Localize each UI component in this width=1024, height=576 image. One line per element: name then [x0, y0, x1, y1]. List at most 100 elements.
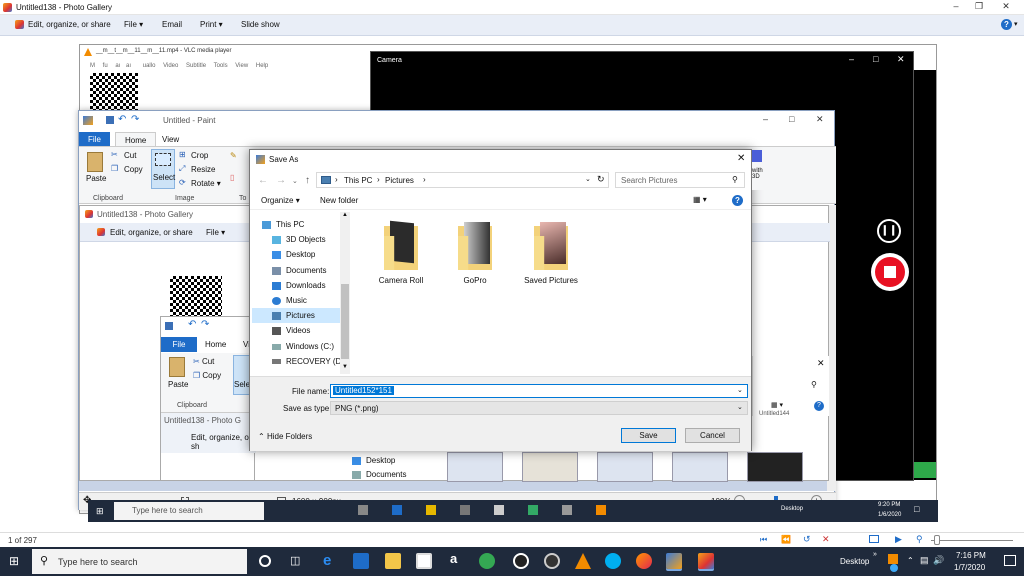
- minimize-icon[interactable]: –: [948, 1, 964, 11]
- zoom-slider-knob[interactable]: [934, 535, 940, 545]
- vlc-menu-subtitle[interactable]: Subtitle: [186, 63, 206, 69]
- paint-taskbar-icon[interactable]: [666, 553, 682, 569]
- store-icon[interactable]: [353, 553, 369, 569]
- close-icon[interactable]: ✕: [998, 1, 1014, 12]
- select-button[interactable]: Select: [153, 173, 175, 182]
- file-explorer-icon[interactable]: [385, 553, 401, 569]
- tray-icon[interactable]: [890, 564, 898, 572]
- view-options-icon[interactable]: ▦ ▾: [693, 195, 707, 204]
- nav-scroll-thumb[interactable]: [341, 284, 349, 359]
- notification-badge-icon[interactable]: [888, 554, 898, 564]
- thumbnail[interactable]: [522, 452, 578, 482]
- nav-pictures[interactable]: Pictures: [272, 311, 315, 320]
- slideshow-icon[interactable]: ▶: [895, 534, 902, 545]
- breadcrumb-this-pc[interactable]: This PC: [344, 176, 372, 185]
- dialog-close-icon[interactable]: ✕: [737, 153, 745, 164]
- inner-view-dropdown[interactable]: ▦ ▾: [771, 401, 783, 409]
- nav-videos[interactable]: Videos: [272, 326, 310, 335]
- inner-menu-edit[interactable]: Edit, organize, or share: [110, 228, 193, 237]
- inner-desktop-item[interactable]: Desktop: [352, 456, 395, 465]
- menu-file[interactable]: File ▾: [124, 20, 143, 29]
- save-icon[interactable]: [106, 116, 114, 124]
- menu-edit-organize[interactable]: Edit, organize, or share: [28, 20, 111, 29]
- inner-paint-window[interactable]: ↶ ↷ File Home Vi Paste ✂ Cut ❐ Copy Sele…: [160, 316, 256, 481]
- tray-up-icon[interactable]: ⌃: [907, 556, 914, 565]
- vlc-menu-video[interactable]: Video: [163, 63, 178, 69]
- vlc-menu-item[interactable]: M: [90, 63, 95, 69]
- maximize-icon[interactable]: ❐: [971, 1, 987, 12]
- vlc-menu-item[interactable]: uallo: [143, 63, 156, 69]
- amazon-icon[interactable]: a: [450, 551, 457, 566]
- new-folder-button[interactable]: New folder: [320, 196, 358, 205]
- inner-search-icon[interactable]: ⚲: [811, 380, 817, 389]
- save-type-dropdown-icon[interactable]: ⌄: [737, 403, 743, 411]
- eraser-icon[interactable]: ▯: [230, 173, 234, 182]
- refresh-icon[interactable]: ↻: [597, 174, 605, 185]
- nav-documents[interactable]: Documents: [272, 266, 326, 275]
- forward-icon[interactable]: →: [276, 175, 286, 186]
- start-icon[interactable]: ⊞: [9, 555, 22, 568]
- inner-menu-file[interactable]: File ▾: [206, 228, 225, 237]
- menu-print[interactable]: Print ▾: [200, 20, 223, 29]
- action-center-icon[interactable]: [1004, 555, 1016, 566]
- skype-icon[interactable]: [605, 553, 621, 569]
- actual-size-icon[interactable]: [869, 535, 879, 543]
- nav-scroll-up[interactable]: ▲: [342, 212, 348, 218]
- dialog-help-icon[interactable]: ?: [732, 195, 743, 206]
- save-type-select[interactable]: PNG (*.png) ⌄: [330, 401, 748, 415]
- rewind-icon[interactable]: ⏪: [781, 535, 791, 544]
- folder-saved-pictures[interactable]: Saved Pictures: [521, 222, 581, 285]
- save-button[interactable]: Save: [621, 428, 676, 443]
- thumbnail[interactable]: [597, 452, 653, 482]
- paste-icon[interactable]: [87, 152, 103, 172]
- prev-icon[interactable]: ⏮: [760, 535, 767, 545]
- rotate-button[interactable]: Rotate ▾: [191, 179, 221, 188]
- thumbnail[interactable]: [672, 452, 728, 482]
- vlc-menu-item[interactable]: aı: [126, 63, 131, 69]
- vlc-taskbar-icon[interactable]: [575, 553, 591, 569]
- inner-documents-item[interactable]: Documents: [352, 470, 406, 479]
- firefox-icon[interactable]: [636, 553, 652, 569]
- inner-help-icon[interactable]: ?: [814, 401, 824, 411]
- file-name-dropdown-icon[interactable]: ⌄: [737, 386, 743, 394]
- inner-close-icon[interactable]: ✕: [817, 358, 825, 369]
- media-app-icon[interactable]: [544, 553, 560, 569]
- folder-gopro[interactable]: GoPro: [445, 222, 505, 285]
- camera-app-icon[interactable]: [513, 553, 529, 569]
- vlc-menu-help[interactable]: Help: [256, 63, 268, 69]
- organize-button[interactable]: Organize ▾: [261, 196, 300, 205]
- thumbnail[interactable]: [447, 452, 503, 482]
- camera-maximize-icon[interactable]: □: [873, 54, 878, 64]
- paint-close-icon[interactable]: ✕: [816, 114, 824, 125]
- paint-minimize-icon[interactable]: –: [763, 114, 768, 124]
- zoom-icon[interactable]: ⚲: [916, 534, 923, 545]
- undo-icon[interactable]: ↶: [118, 114, 126, 125]
- resize-button[interactable]: Resize: [191, 165, 215, 174]
- address-bar[interactable]: › This PC › Pictures › ⌄ ↻: [316, 172, 609, 188]
- camera-close-icon[interactable]: ✕: [897, 54, 905, 65]
- search-input[interactable]: Search Pictures ⚲: [615, 172, 745, 188]
- pause-icon[interactable]: ❙❙: [877, 219, 901, 243]
- vlc-menu-view[interactable]: View: [235, 63, 248, 69]
- clock-time[interactable]: 7:16 PM: [956, 551, 986, 560]
- mail-icon[interactable]: [416, 553, 432, 569]
- camera-minimize-icon[interactable]: –: [849, 54, 854, 64]
- breadcrumb-pictures[interactable]: Pictures: [385, 176, 414, 185]
- redo-icon[interactable]: ↷: [131, 114, 139, 125]
- folder-camera-roll[interactable]: Camera Roll: [371, 220, 431, 285]
- hide-folders-button[interactable]: ⌃ Hide Folders: [258, 432, 312, 441]
- file-name-input[interactable]: Untitled152*151 ⌄: [330, 384, 748, 398]
- network-icon[interactable]: ▤: [920, 555, 929, 566]
- rotate-left-icon[interactable]: ↺: [803, 534, 811, 545]
- copy-button[interactable]: Copy: [124, 165, 143, 174]
- gallery-taskbar-icon[interactable]: [698, 553, 714, 569]
- delete-icon[interactable]: ✕: [822, 534, 830, 545]
- volume-icon[interactable]: 🔊: [933, 555, 944, 566]
- clock-date[interactable]: 1/7/2020: [954, 563, 985, 572]
- tripadvisor-icon[interactable]: [479, 553, 495, 569]
- task-view-icon[interactable]: ◫: [290, 554, 300, 567]
- thumbnail[interactable]: [747, 452, 803, 482]
- nav-this-pc[interactable]: This PC: [262, 220, 304, 229]
- vlc-menu-tools[interactable]: Tools: [214, 63, 228, 69]
- help-dropdown-icon[interactable]: ▾: [1014, 20, 1018, 28]
